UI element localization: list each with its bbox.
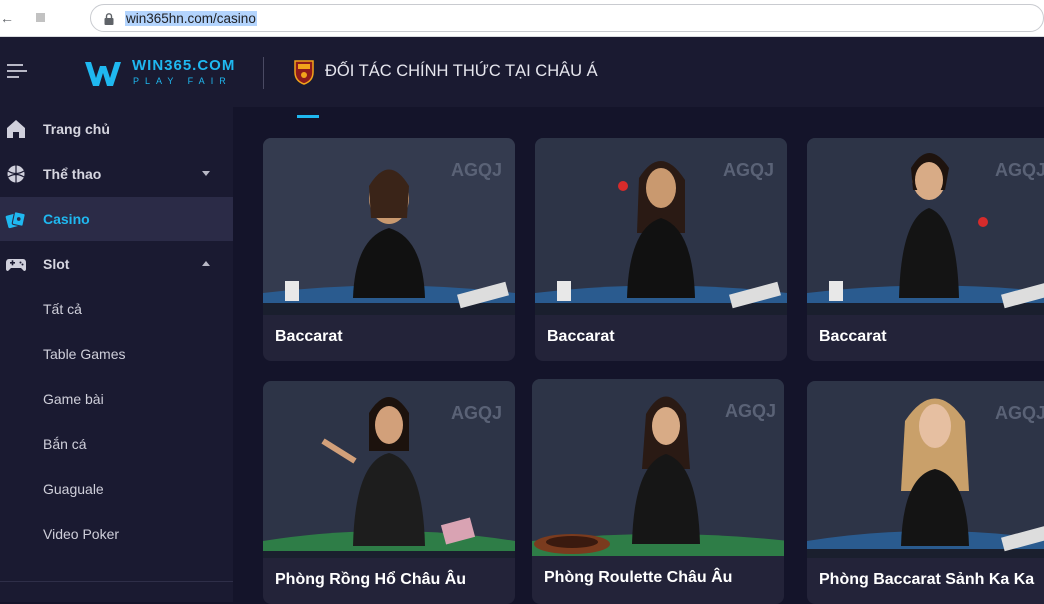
back-arrow-icon[interactable]: ← xyxy=(0,10,14,26)
game-title: Phòng Rồng Hổ Châu Âu xyxy=(275,571,467,588)
active-tab-indicator xyxy=(297,115,319,118)
game-card[interactable]: AGQJ Baccarat xyxy=(535,138,787,361)
game-card[interactable]: AGQJ Phòng Rồng Hổ Châu Âu xyxy=(263,381,515,604)
game-grid: AGQJ Baccarat AGQJ Baccarat AGQJ Baccara… xyxy=(233,107,1044,604)
site-logo[interactable]: WIN365.COM PLAY FAIR xyxy=(84,57,244,91)
logo-tagline: PLAY FAIR xyxy=(133,76,232,86)
sidebar-item-label: Game bài xyxy=(43,391,104,407)
sidebar-item-label: Thể thao xyxy=(43,166,102,182)
sidebar-item-label: Trang chủ xyxy=(43,121,110,137)
home-icon xyxy=(7,120,25,138)
sidebar-item-label: Tất cả xyxy=(43,301,82,317)
dealer-thumbnail: AGQJ xyxy=(263,381,515,558)
sidebar-item-home[interactable]: Trang chủ xyxy=(0,107,233,151)
game-title: Baccarat xyxy=(819,328,887,345)
sidebar-item-slot[interactable]: Slot xyxy=(0,242,233,286)
ball-icon xyxy=(7,165,25,183)
partner-text: ĐỐI TÁC CHÍNH THỨC TẠI CHÂU Á xyxy=(325,62,598,80)
sidebar-item-label: Casino xyxy=(43,211,90,227)
lock-icon xyxy=(104,13,114,25)
sidebar-item-casino[interactable]: Casino xyxy=(0,197,233,241)
sidebar-subitem-fishing[interactable]: Bắn cá xyxy=(0,422,233,466)
game-card[interactable]: AGQJ Phòng Baccarat Sảnh Ka Ka xyxy=(807,381,1044,604)
sidebar-subitem-all[interactable]: Tất cả xyxy=(0,287,233,331)
chevron-down-icon[interactable] xyxy=(202,171,210,176)
game-title: Phòng Baccarat Sảnh Ka Ka xyxy=(819,571,1035,588)
address-bar[interactable]: win365hn.com/casino xyxy=(90,4,1044,32)
gamepad-icon xyxy=(6,259,26,271)
sidebar-item-label: Slot xyxy=(43,256,70,272)
sidebar-item-label: Video Poker xyxy=(43,526,120,542)
chevron-up-icon[interactable] xyxy=(202,261,210,266)
dealer-thumbnail: AGQJ xyxy=(807,381,1044,558)
game-card[interactable]: AGQJ Baccarat xyxy=(263,138,515,361)
game-card[interactable]: AGQJ Phòng Roulette Châu Âu xyxy=(532,379,784,604)
sidebar-subitem-guaguale[interactable]: Guaguale xyxy=(0,467,233,511)
browser-toolbar: ← win365hn.com/casino xyxy=(0,0,1044,37)
logo-name: WIN365.COM xyxy=(132,57,236,74)
logo-w-icon xyxy=(85,62,121,86)
sidebar-item-sports[interactable]: Thể thao xyxy=(0,152,233,196)
header-divider xyxy=(263,57,264,89)
dealer-thumbnail: AGQJ xyxy=(263,138,515,315)
dealer-thumbnail: AGQJ xyxy=(532,379,784,556)
sidebar-subitem-table-games[interactable]: Table Games xyxy=(0,332,233,376)
sidebar: Trang chủ Thể thao Casino Slot Tất cả Ta xyxy=(0,107,233,602)
sidebar-subitem-card-games[interactable]: Game bài xyxy=(0,377,233,421)
menu-toggle-icon[interactable] xyxy=(7,64,27,78)
sidebar-item-label: Table Games xyxy=(43,346,126,362)
dealer-thumbnail: AGQJ xyxy=(807,138,1044,315)
sidebar-subitem-video-poker[interactable]: Video Poker xyxy=(0,512,233,556)
game-card[interactable]: AGQJ Baccarat xyxy=(807,138,1044,361)
provider-watermark: AGQJ xyxy=(451,403,502,423)
provider-watermark: AGQJ xyxy=(451,160,502,180)
sidebar-item-label: Guaguale xyxy=(43,481,104,497)
provider-watermark: AGQJ xyxy=(725,401,776,421)
provider-watermark: AGQJ xyxy=(723,160,774,180)
game-title: Baccarat xyxy=(547,328,615,345)
provider-watermark: AGQJ xyxy=(995,403,1044,423)
game-title: Baccarat xyxy=(275,328,343,345)
cards-icon xyxy=(5,211,26,229)
stop-icon[interactable] xyxy=(36,13,45,22)
sidebar-item-label: Bắn cá xyxy=(43,436,87,452)
sidebar-divider xyxy=(0,581,233,582)
provider-watermark: AGQJ xyxy=(995,160,1044,180)
dealer-thumbnail: AGQJ xyxy=(535,138,787,315)
game-title: Phòng Roulette Châu Âu xyxy=(544,569,733,586)
club-crest-icon xyxy=(294,60,314,85)
url-text[interactable]: win365hn.com/casino xyxy=(125,11,257,26)
site-header: WIN365.COM PLAY FAIR ĐỐI TÁC CHÍNH THỨC … xyxy=(0,37,1044,107)
